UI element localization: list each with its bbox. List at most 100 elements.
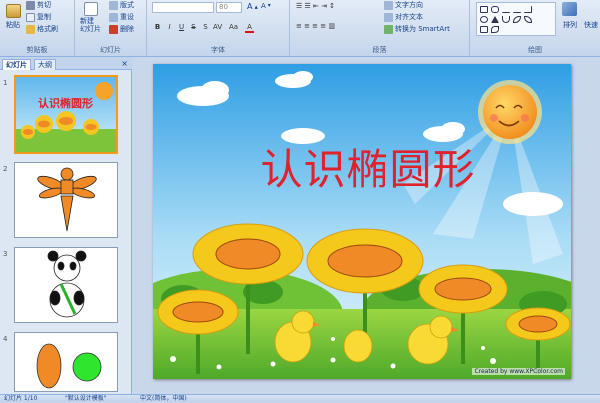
thumbnail-slide-4[interactable] (14, 332, 118, 392)
slide-title[interactable]: 认识椭圆形 (243, 146, 493, 194)
text-direction-icon (384, 0, 393, 10)
sun-icon (478, 80, 542, 144)
ovals-drawing (36, 343, 102, 389)
layout-label: 版式 (120, 1, 134, 9)
thumbnail-1-title: 认识椭圆形 (38, 97, 93, 110)
tab-slides[interactable]: 幻灯片 (2, 59, 31, 70)
align-icons[interactable]: ≡ ≡ ≡ ≡ ▥ (296, 22, 335, 30)
new-slide-button[interactable]: 新建 幻灯片 (80, 17, 101, 33)
font-group: 80 A ▴ A ▾ B I U S S AV Aa A 字体 (147, 0, 290, 56)
font-group-label: 字体 (211, 46, 225, 54)
new-slide-icon[interactable] (84, 2, 98, 16)
status-bar: 幻灯片 1/10 "默认设计模板" 中文(简体，中国) (0, 394, 600, 402)
paste-label: 粘贴 (6, 21, 20, 29)
arrow-shape-icon[interactable] (513, 6, 521, 13)
thumbnail-1-art (16, 77, 116, 152)
drawing-group-label: 绘图 (528, 46, 542, 54)
slides-group-label: 幻灯片 (100, 46, 121, 54)
rectangle-shape-icon[interactable] (480, 6, 488, 13)
rounded-shape-icon[interactable] (491, 6, 499, 13)
reset-icon (109, 12, 118, 22)
new-slide-label: 新建 幻灯片 (80, 17, 101, 33)
curve-shape-icon[interactable] (502, 16, 510, 23)
quick-styles-label: 快速 (584, 21, 598, 29)
callout-shape-icon[interactable] (480, 26, 488, 33)
star-shape-icon[interactable] (491, 26, 499, 33)
triangle-shape-icon[interactable] (491, 16, 499, 23)
elbow-shape-icon[interactable] (524, 6, 532, 13)
layout-button[interactable]: 版式 (109, 0, 134, 10)
dragonfly-drawing (37, 167, 97, 232)
smartart-button[interactable]: 转换为 SmartArt (384, 24, 450, 34)
strikethrough-icon[interactable]: S (189, 23, 198, 31)
font-name-field[interactable] (152, 2, 214, 13)
thumbnail-slide-2[interactable] (14, 162, 118, 238)
align-text-label: 对齐文本 (395, 13, 423, 21)
paragraph-group: ☰ ☰ ⇤ ⇥ ↕ ≡ ≡ ≡ ≡ ▥ 文字方向 对齐文本 转换为 SmartA… (290, 0, 470, 56)
thumbnail-number: 2 (3, 165, 8, 173)
bullets-icon[interactable]: ☰ ☰ ⇤ ⇥ ↕ (296, 2, 335, 10)
brush-icon (26, 24, 35, 34)
slide-canvas[interactable]: 认识椭圆形 Created by www.XPColor.com (153, 64, 571, 379)
paragraph-group-label: 段落 (372, 46, 387, 54)
bold-icon[interactable]: B (153, 23, 162, 31)
tab-outline[interactable]: 大纲 (34, 59, 56, 70)
slide-credit: Created by www.XPColor.com (472, 368, 565, 375)
arrange-button[interactable]: 排列 (563, 20, 577, 30)
align-text-button[interactable]: 对齐文本 (384, 12, 423, 22)
ribbon: 粘贴 剪切 复制 格式刷 剪贴板 新建 幻灯片 版式 重设 删除 幻灯片 80 … (0, 0, 600, 57)
paste-button[interactable]: 粘贴 (6, 20, 20, 30)
font-size-field[interactable]: 80 (216, 2, 242, 13)
clipboard-group: 粘贴 剪切 复制 格式刷 剪贴板 (0, 0, 75, 56)
delete-button[interactable]: 删除 (109, 24, 134, 34)
slide-background-art (153, 64, 571, 379)
delete-label: 删除 (120, 25, 134, 33)
case-icon[interactable]: Aa (229, 23, 238, 31)
grow-font-icon[interactable]: A ▴ (247, 2, 258, 11)
shapes-gallery[interactable] (476, 2, 556, 36)
thumbnail-number: 1 (3, 79, 8, 87)
thumbnail-number: 4 (3, 335, 8, 343)
drawing-group: 排列 快速 绘图 (470, 0, 600, 56)
italic-icon[interactable]: I (165, 23, 174, 31)
arrange-label: 排列 (563, 21, 577, 29)
smartart-icon (384, 24, 393, 34)
shrink-font-icon[interactable]: A ▾ (261, 2, 271, 10)
shadow-icon[interactable]: S (201, 23, 210, 31)
spacing-icon[interactable]: AV (213, 23, 222, 31)
copy-icon (26, 12, 35, 22)
delete-icon (109, 24, 118, 34)
reset-button[interactable]: 重设 (109, 12, 134, 22)
thumbnail-slide-3[interactable] (14, 247, 118, 323)
font-color-icon[interactable]: A (245, 23, 254, 33)
layout-icon (109, 0, 118, 10)
paste-icon[interactable] (6, 4, 21, 18)
reset-label: 重设 (120, 13, 134, 21)
format-painter-label: 格式刷 (37, 25, 58, 33)
close-icon[interactable]: × (121, 59, 128, 68)
align-text-icon (384, 12, 393, 22)
panda-drawing (47, 250, 87, 318)
slides-group: 新建 幻灯片 版式 重设 删除 幻灯片 (75, 0, 147, 56)
clipboard-group-label: 剪贴板 (26, 46, 48, 54)
brace-shape-icon[interactable] (524, 16, 532, 23)
copy-button[interactable]: 复制 (26, 12, 51, 22)
oval-shape-icon[interactable] (480, 16, 488, 23)
font-size-value: 80 (219, 3, 228, 11)
text-direction-button[interactable]: 文字方向 (384, 0, 423, 10)
cut-label: 剪切 (37, 1, 51, 9)
scissors-icon (26, 0, 35, 10)
thumbnail-slide-1[interactable]: 认识椭圆形 (14, 75, 118, 154)
slide-editing-area: 认识椭圆形 Created by www.XPColor.com (133, 57, 600, 394)
smartart-label: 转换为 SmartArt (395, 25, 450, 33)
freeform-shape-icon[interactable] (513, 16, 521, 23)
format-painter-button[interactable]: 格式刷 (26, 24, 58, 34)
panel-tabs: 幻灯片 大纲 × (0, 57, 132, 70)
underline-icon[interactable]: U (177, 23, 186, 31)
slides-panel: 幻灯片 大纲 × 1 认识椭圆形 2 3 4 (0, 57, 132, 394)
line-shape-icon[interactable] (502, 6, 510, 13)
text-direction-label: 文字方向 (395, 1, 423, 9)
cut-button[interactable]: 剪切 (26, 0, 51, 10)
arrange-icon[interactable] (562, 2, 577, 16)
quick-styles-button[interactable]: 快速 (584, 20, 598, 30)
